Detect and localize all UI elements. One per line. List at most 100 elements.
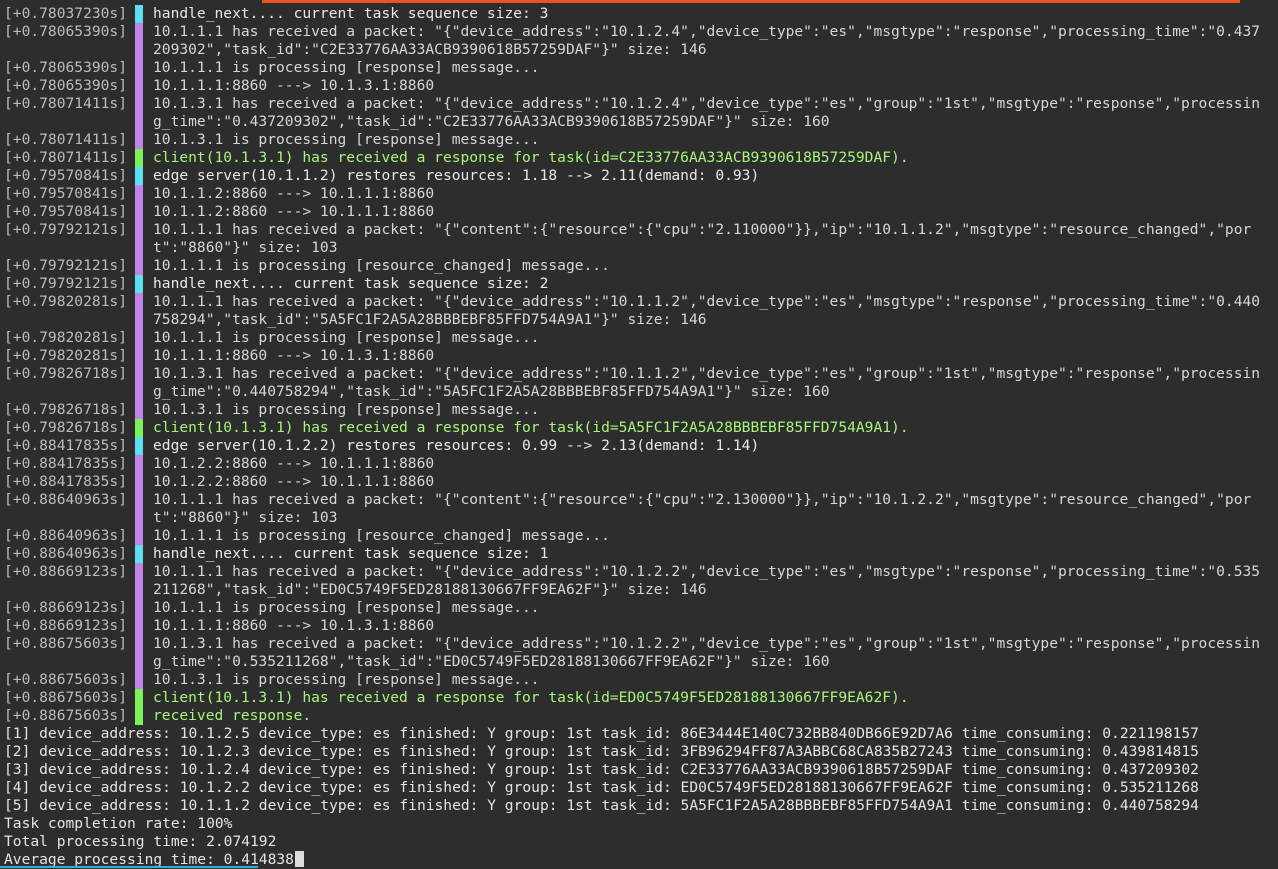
log-level-marker	[135, 545, 143, 563]
log-level-marker	[135, 77, 143, 95]
log-timestamp: [+0.88669123s]	[4, 599, 128, 616]
log-message: handle_next.... current task sequence si…	[153, 545, 549, 562]
log-entry: [+0.88675603s] received response.	[0, 707, 1278, 725]
log-message: 10.1.1.1 is processing [response] messag…	[153, 599, 540, 616]
log-entry: [+0.79820281s] 10.1.1.1 has received a pa…	[0, 293, 1278, 329]
task-summary-line: [2] device_address: 10.1.2.3 device_type…	[4, 743, 1199, 760]
log-timestamp: [+0.88640963s]	[4, 545, 128, 562]
log-message: 10.1.1.1 is processing [response] messag…	[153, 59, 540, 76]
log-level-marker	[135, 131, 143, 149]
log-entry: [+0.79820281s] 10.1.1.1 is processing [re…	[0, 329, 1278, 347]
log-message: 10.1.1.1:8860 ---> 10.1.3.1:8860	[153, 77, 435, 94]
log-entry: [+0.78065390s] 10.1.1.1 is processing [re…	[0, 59, 1278, 77]
log-message: received response.	[153, 707, 312, 724]
log-entries: [+0.78037230s] handle_next.... current ta…	[0, 5, 1278, 725]
log-timestamp: [+0.79570841s]	[4, 185, 128, 202]
log-entry: [+0.78071411s] 10.1.3.1 has received a pa…	[0, 95, 1278, 131]
task-summary-line: [4] device_address: 10.1.2.2 device_type…	[4, 779, 1199, 796]
log-timestamp: [+0.79826718s]	[4, 365, 128, 382]
log-message: client(10.1.3.1) has received a response…	[153, 419, 909, 436]
log-entry: [+0.78071411s] 10.1.3.1 is processing [re…	[0, 131, 1278, 149]
log-timestamp: [+0.79826718s]	[4, 401, 128, 418]
log-level-marker	[135, 527, 143, 545]
log-message: 10.1.1.1 has received a packet: "{"conte…	[153, 491, 1252, 526]
log-timestamp: [+0.88675603s]	[4, 635, 128, 652]
log-timestamp: [+0.79820281s]	[4, 293, 128, 310]
log-message: 10.1.1.2:8860 ---> 10.1.1.1:8860	[153, 203, 435, 220]
task-summary-list: [1] device_address: 10.1.2.5 device_type…	[0, 725, 1278, 815]
log-timestamp: [+0.79570841s]	[4, 167, 128, 184]
window-accent-bar	[262, 0, 1240, 3]
log-message: 10.1.1.1 is processing [response] messag…	[153, 329, 540, 346]
log-level-marker	[135, 167, 143, 185]
total-processing-time: Total processing time: 2.074192	[4, 833, 277, 850]
log-message: handle_next.... current task sequence si…	[153, 275, 549, 292]
task-summary-line: [1] device_address: 10.1.2.5 device_type…	[4, 725, 1199, 742]
log-timestamp: [+0.78071411s]	[4, 131, 128, 148]
log-entry: [+0.79570841s] edge server(10.1.1.2) rest…	[0, 167, 1278, 185]
log-timestamp: [+0.79792121s]	[4, 257, 128, 274]
log-timestamp: [+0.78065390s]	[4, 23, 128, 40]
log-entry: [+0.79826718s] 10.1.3.1 is processing [re…	[0, 401, 1278, 419]
log-message: 10.1.2.2:8860 ---> 10.1.1.1:8860	[153, 473, 435, 490]
log-message: 10.1.1.1 is processing [resource_changed…	[153, 257, 610, 274]
log-timestamp: [+0.88640963s]	[4, 491, 128, 508]
log-entry: [+0.88669123s] 10.1.1.1:8860 ---> 10.1.3.…	[0, 617, 1278, 635]
log-level-marker	[135, 707, 143, 725]
log-level-marker	[135, 689, 143, 707]
log-message: 10.1.1.1 has received a packet: "{"devic…	[153, 563, 1261, 598]
log-timestamp: [+0.79820281s]	[4, 347, 128, 364]
log-level-marker	[135, 203, 143, 221]
log-level-marker	[135, 455, 143, 473]
log-entry: [+0.78037230s] handle_next.... current ta…	[0, 5, 1278, 23]
log-entry: [+0.79826718s] client(10.1.3.1) has recei…	[0, 419, 1278, 437]
log-level-marker	[135, 275, 143, 293]
log-entry: [+0.88669123s] 10.1.1.1 is processing [re…	[0, 599, 1278, 617]
log-message: 10.1.3.1 is processing [response] messag…	[153, 401, 540, 418]
log-timestamp: [+0.79792121s]	[4, 275, 128, 292]
log-level-marker	[135, 23, 143, 59]
log-timestamp: [+0.88417835s]	[4, 437, 128, 454]
log-timestamp: [+0.78065390s]	[4, 77, 128, 94]
log-level-marker	[135, 329, 143, 347]
log-entry: [+0.88675603s] 10.1.3.1 has received a pa…	[0, 635, 1278, 671]
log-level-marker	[135, 563, 143, 599]
log-entry: [+0.88417835s] 10.1.2.2:8860 ---> 10.1.1.…	[0, 455, 1278, 473]
log-entry: [+0.79820281s] 10.1.1.1:8860 ---> 10.1.3.…	[0, 347, 1278, 365]
log-entry: [+0.88640963s] handle_next.... current ta…	[0, 545, 1278, 563]
log-timestamp: [+0.79570841s]	[4, 203, 128, 220]
log-message: 10.1.1.1:8860 ---> 10.1.3.1:8860	[153, 617, 435, 634]
log-message: 10.1.1.1 has received a packet: "{"devic…	[153, 23, 1261, 58]
log-entry: [+0.88640963s] 10.1.1.1 has received a pa…	[0, 491, 1278, 527]
log-message: edge server(10.1.2.2) restores resources…	[153, 437, 760, 454]
log-level-marker	[135, 617, 143, 635]
log-message: client(10.1.3.1) has received a response…	[153, 689, 909, 706]
log-timestamp: [+0.88675603s]	[4, 671, 128, 688]
log-entry: [+0.79570841s] 10.1.1.2:8860 ---> 10.1.1.…	[0, 203, 1278, 221]
log-level-marker	[135, 5, 143, 23]
log-message: 10.1.3.1 is processing [response] messag…	[153, 131, 540, 148]
log-entry: [+0.88675603s] 10.1.3.1 is processing [re…	[0, 671, 1278, 689]
log-level-marker	[135, 59, 143, 77]
log-entry: [+0.88675603s] client(10.1.3.1) has recei…	[0, 689, 1278, 707]
task-summary-line: [5] device_address: 10.1.1.2 device_type…	[4, 797, 1199, 814]
log-message: 10.1.1.1 has received a packet: "{"conte…	[153, 221, 1252, 256]
log-timestamp: [+0.88640963s]	[4, 527, 128, 544]
log-level-marker	[135, 149, 143, 167]
terminal-output[interactable]: [+0.78037230s] handle_next.... current ta…	[0, 5, 1278, 869]
log-message: 10.1.1.2:8860 ---> 10.1.1.1:8860	[153, 185, 435, 202]
log-timestamp: [+0.78065390s]	[4, 59, 128, 76]
log-timestamp: [+0.88417835s]	[4, 473, 128, 490]
log-timestamp: [+0.88669123s]	[4, 563, 128, 580]
log-message: 10.1.1.1 is processing [resource_changed…	[153, 527, 610, 544]
log-timestamp: [+0.78037230s]	[4, 5, 128, 22]
log-entry: [+0.79792121s] handle_next.... current ta…	[0, 275, 1278, 293]
log-message: 10.1.3.1 has received a packet: "{"devic…	[153, 365, 1261, 400]
log-timestamp: [+0.78071411s]	[4, 149, 128, 166]
log-timestamp: [+0.79792121s]	[4, 221, 128, 238]
log-message: 10.1.3.1 has received a packet: "{"devic…	[153, 95, 1261, 130]
log-entry: [+0.79792121s] 10.1.1.1 has received a pa…	[0, 221, 1278, 257]
log-timestamp: [+0.88675603s]	[4, 707, 128, 724]
log-entry: [+0.79570841s] 10.1.1.2:8860 ---> 10.1.1.…	[0, 185, 1278, 203]
log-message: 10.1.3.1 is processing [response] messag…	[153, 671, 540, 688]
